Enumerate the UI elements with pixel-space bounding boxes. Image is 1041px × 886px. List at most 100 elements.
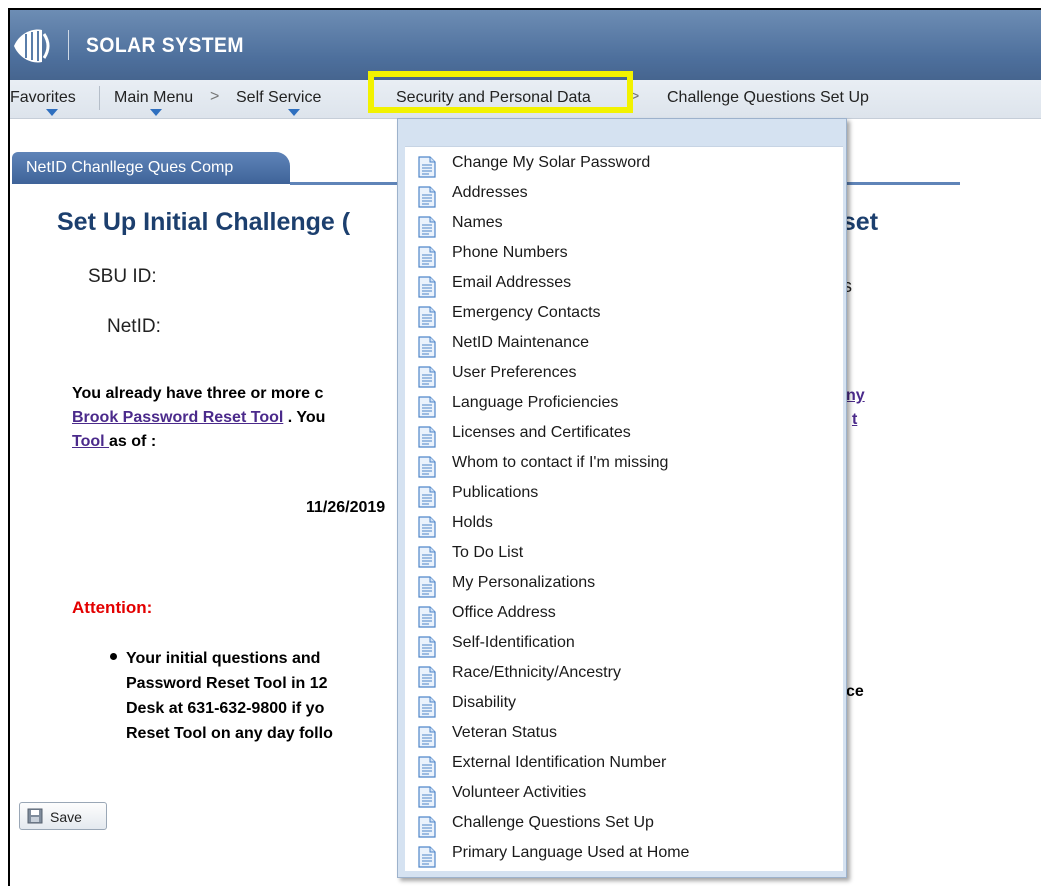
favorites-dropdown-icon[interactable] (46, 109, 58, 116)
menu-item-label: Emergency Contacts (452, 304, 601, 321)
menu-item[interactable]: NetID Maintenance (405, 333, 843, 363)
menu-item-label: External Identification Number (452, 754, 667, 771)
nav-separator: > (630, 88, 640, 105)
document-icon (418, 786, 436, 808)
nav-favorites[interactable]: Favorites (10, 89, 76, 107)
menu-item-label: Disability (452, 694, 517, 711)
document-icon (418, 816, 436, 838)
app-title: SOLAR SYSTEM (86, 34, 244, 57)
menu-item-label: Primary Language Used at Home (452, 844, 690, 861)
menu-item-label: Office Address (452, 604, 556, 621)
menu-item[interactable]: Self-Identification (405, 633, 843, 663)
menu-item-label: Holds (452, 514, 493, 531)
breadcrumb-nav: Favorites Main Menu > Self Service Secur… (10, 80, 1041, 119)
menu-item-label: My Personalizations (452, 574, 596, 591)
page-frame: SOLAR SYSTEM Favorites Main Menu > Self … (8, 8, 1041, 886)
bullet-line-2: Password Reset Tool in 12 (126, 675, 328, 692)
stony-brook-logo-icon[interactable] (12, 26, 56, 66)
info-text-line1: You already have three or more c (72, 385, 324, 402)
menu-item-label: Email Addresses (452, 274, 572, 291)
attention-heading: Attention: (72, 598, 153, 617)
nav-separator: > (210, 88, 220, 105)
save-button[interactable]: Save (19, 802, 107, 830)
menu-item[interactable]: Language Proficiencies (405, 393, 843, 423)
menu-item[interactable]: Publications (405, 483, 843, 513)
self-service-dropdown-icon[interactable] (288, 109, 300, 116)
tab-netid-challenge[interactable]: NetID Chanllege Ques Comp (12, 152, 290, 184)
menu-item[interactable]: Email Addresses (405, 273, 843, 303)
document-icon (418, 366, 436, 388)
menu-item-label: Race/Ethnicity/Ancestry (452, 664, 621, 681)
menu-item[interactable]: My Personalizations (405, 573, 843, 603)
menu-item-label: Challenge Questions Set Up (452, 814, 654, 831)
menu-item[interactable]: User Preferences (405, 363, 843, 393)
setup-date: 11/26/2019 (306, 499, 386, 516)
save-button-label: Save (50, 809, 82, 825)
document-icon (418, 696, 436, 718)
menu-item-label: Addresses (452, 184, 528, 201)
menu-item[interactable]: Primary Language Used at Home (405, 843, 843, 873)
menu-item[interactable]: Whom to contact if I'm missing (405, 453, 843, 483)
menu-item[interactable]: Race/Ethnicity/Ancestry (405, 663, 843, 693)
bullet-text-tail: ce (846, 683, 864, 700)
document-icon (418, 546, 436, 568)
app-header: SOLAR SYSTEM (10, 10, 1041, 80)
document-icon (418, 486, 436, 508)
nav-security-personal-data[interactable]: Security and Personal Data (396, 89, 591, 107)
menu-item-label: Whom to contact if I'm missing (452, 454, 669, 471)
main-menu-dropdown-icon[interactable] (150, 109, 162, 116)
menu-item[interactable]: Holds (405, 513, 843, 543)
menu-item[interactable]: Volunteer Activities (405, 783, 843, 813)
security-personal-data-menu: Change My Solar Password Addresses Names Ph… (397, 118, 847, 878)
document-icon (418, 216, 436, 238)
bullet-line-3: Desk at 631-632-9800 if yo (126, 700, 325, 717)
menu-item[interactable]: Change My Solar Password (405, 153, 843, 183)
link-tail-2[interactable]: t (852, 411, 857, 429)
menu-item-label: Veteran Status (452, 724, 557, 741)
document-icon (418, 636, 436, 658)
menu-item-label: Licenses and Certificates (452, 424, 631, 441)
menu-item[interactable]: External Identification Number (405, 753, 843, 783)
attention-bullet: Your initial questions and Password Rese… (108, 646, 333, 746)
menu-item[interactable]: Veteran Status (405, 723, 843, 753)
document-icon (418, 396, 436, 418)
nav-main-menu[interactable]: Main Menu (114, 89, 193, 107)
menu-item[interactable]: Office Address (405, 603, 843, 633)
document-icon (418, 186, 436, 208)
menu-item-label: Change My Solar Password (452, 154, 651, 171)
reset-tool-link[interactable]: Tool (72, 433, 109, 450)
menu-item-label: Publications (452, 484, 539, 501)
netid-label: NetID: (107, 316, 161, 337)
menu-item-label: Names (452, 214, 503, 231)
password-reset-tool-link[interactable]: Brook Password Reset Tool (72, 409, 283, 426)
menu-item[interactable]: Names (405, 213, 843, 243)
document-icon (418, 306, 436, 328)
menu-item-label: Volunteer Activities (452, 784, 587, 801)
document-icon (418, 516, 436, 538)
info-text-line3: as of : (109, 433, 157, 450)
menu-item[interactable]: Emergency Contacts (405, 303, 843, 333)
info-text-line2: . You (287, 409, 326, 426)
menu-item[interactable]: To Do List (405, 543, 843, 573)
menu-item-label: NetID Maintenance (452, 334, 589, 351)
document-icon (418, 846, 436, 868)
menu-item-label: Phone Numbers (452, 244, 568, 261)
floppy-disk-icon (27, 808, 43, 824)
menu-item[interactable]: Addresses (405, 183, 843, 213)
menu-item[interactable]: Challenge Questions Set Up (405, 813, 843, 843)
document-icon (418, 246, 436, 268)
logo-separator (68, 30, 69, 60)
document-icon (418, 276, 436, 298)
menu-item-label: To Do List (452, 544, 524, 561)
menu-item[interactable]: Disability (405, 693, 843, 723)
nav-challenge-questions[interactable]: Challenge Questions Set Up (667, 89, 869, 107)
menu-item-label: Language Proficiencies (452, 394, 619, 411)
document-icon (418, 336, 436, 358)
document-icon (418, 756, 436, 778)
nav-self-service[interactable]: Self Service (236, 89, 321, 107)
link-tail-1[interactable]: ny (846, 387, 865, 405)
document-icon (418, 726, 436, 748)
menu-item[interactable]: Phone Numbers (405, 243, 843, 273)
nav-divider (99, 86, 100, 110)
menu-item[interactable]: Licenses and Certificates (405, 423, 843, 453)
